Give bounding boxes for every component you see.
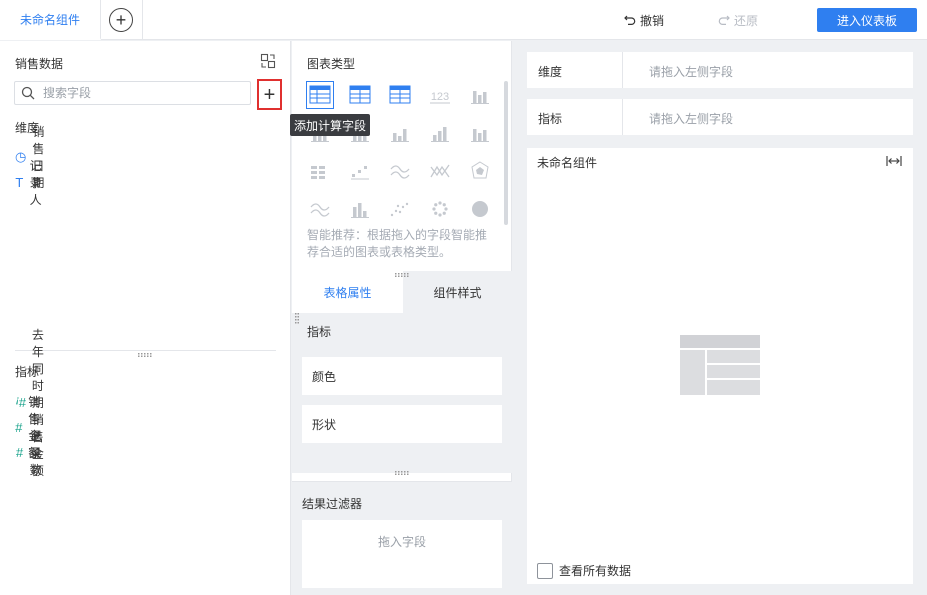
resize-grip-icon[interactable] [138,353,152,357]
redo-label: 还原 [734,13,759,28]
redo-button[interactable]: 还原 [718,12,758,28]
svg-text:123: 123 [431,91,449,103]
chart-type-option[interactable] [346,81,374,109]
calc-number-icon: ꜟ# [15,394,26,410]
cross-line-icon [430,164,450,178]
metric-drop-hint: 请拖入左侧字段 [649,112,734,126]
chart-type-option[interactable] [306,157,334,185]
table-properties-area: 指标 颜色 形状 [292,313,512,475]
metric-field-item[interactable]: # 记录数 [15,429,49,477]
count-number-icon: # [15,444,23,460]
scatter-icon [390,202,409,217]
tab-table-properties[interactable]: 表格属性 [292,271,403,313]
chart-type-option[interactable] [306,195,334,223]
add-calculated-field-button[interactable]: + [257,79,282,110]
dimension-field-item[interactable]: T 记录人 [15,159,49,207]
widget-title: 未命名组件 [537,156,598,170]
shape-property[interactable]: 形状 [302,405,502,443]
color-property[interactable]: 颜色 [302,357,502,395]
section-divider [15,350,276,351]
metric-drop-label: 指标 [538,112,563,126]
undo-icon [624,15,636,25]
smart-recommend-hint: 智能推荐：根据拖入的字段智能推荐合适的图表或表格类型。 [307,228,488,259]
field-panel: 销售数据 + 维度 ◷销售日期T记录人 指标 ꜟ#去年同时期销售金额#销售金额#… [0,41,291,595]
dataset-title: 销售数据 [15,57,64,71]
chart-type-option[interactable] [466,119,494,147]
pie-chart-icon [472,201,488,217]
number-icon: # [15,419,23,435]
result-filter-title: 结果过滤器 [302,497,363,511]
chart-type-option[interactable] [426,195,454,223]
histogram-icon [351,203,369,218]
dimension-drop-label: 维度 [538,65,563,79]
radar-icon [471,161,489,179]
chart-type-scrollbar[interactable] [504,81,508,225]
view-all-data-checkbox[interactable] [537,562,553,579]
result-filter-area: 结果过滤器 拖入字段 [292,481,512,595]
add-calculated-field-tooltip: 添加计算字段 [290,114,371,136]
detail-table-icon [349,85,371,104]
text-type-icon: T [15,174,24,190]
switch-dataset-icon[interactable] [260,53,276,69]
add-tab-button[interactable]: + [109,8,133,32]
metric-property-title: 指标 [307,325,332,339]
column-chart-icon [471,129,489,142]
dimension-drop-hint: 请拖入左侧字段 [649,65,734,79]
chart-type-option[interactable] [466,195,494,223]
step-scatter-icon [351,166,369,180]
bubble-icon [432,201,448,217]
chart-type-option[interactable] [466,81,494,109]
search-icon [21,86,35,100]
search-input[interactable] [43,84,243,102]
undo-button[interactable]: 撤销 [624,12,664,28]
field-search-box[interactable] [14,81,251,105]
grouped-bar-icon [431,127,449,142]
row-divider [622,52,623,88]
tab-widget-style[interactable]: 组件样式 [403,271,512,313]
chart-type-option[interactable] [386,81,414,109]
row-divider [622,99,623,135]
form-table-icon [471,91,489,104]
wave-line-icon [390,165,410,179]
empty-table-placeholder-icon [680,335,760,395]
chart-type-option[interactable] [466,157,494,185]
chart-type-option[interactable] [426,157,454,185]
resize-grip-icon[interactable] [395,273,409,277]
tab-unnamed-widget[interactable]: 未命名组件 [0,0,101,40]
redo-icon [718,15,730,25]
chart-type-title: 图表类型 [307,57,356,71]
chart-type-option[interactable] [386,157,414,185]
resize-grip-icon[interactable] [395,471,409,475]
chart-type-option[interactable] [306,81,334,109]
tab-divider [142,0,143,40]
dimension-drop-row[interactable]: 维度 请拖入左侧字段 [527,52,913,88]
dimension-field-label: 记录人 [29,158,42,207]
grouped-table-icon [309,85,331,104]
kpi-number-icon: 123 [430,91,450,104]
chart-type-option[interactable] [386,119,414,147]
stacked-bar-icon [391,129,409,142]
undo-label: 撤销 [640,13,665,28]
widget-preview-canvas: 未命名组件 查看所有数据 [527,148,913,584]
metric-drop-row[interactable]: 指标 请拖入左侧字段 [527,99,913,135]
metric-field-label: 记录数 [29,428,42,477]
chart-type-option[interactable] [426,119,454,147]
enter-dashboard-button[interactable]: 进入仪表板 [817,8,917,32]
side-resize-grip-icon[interactable] [295,313,299,325]
chart-type-option[interactable] [346,195,374,223]
fit-width-icon[interactable] [886,154,902,168]
chart-type-option[interactable] [346,157,374,185]
cross-table-icon [389,85,411,104]
area-chart-icon [310,203,330,217]
chart-type-option[interactable]: 123 [426,81,454,109]
chart-type-grid: 123 [306,81,496,226]
view-all-data-label: 查看所有数据 [559,564,632,578]
property-tabs: 表格属性 组件样式 [292,271,512,313]
top-toolbar: 未命名组件 + 撤销 还原 进入仪表板 [0,0,927,40]
filter-drop-zone[interactable]: 拖入字段 [302,520,502,588]
chart-type-option[interactable] [386,195,414,223]
matrix-icon [311,166,325,179]
clock-icon: ◷ [15,149,27,164]
view-all-data-toggle[interactable]: 查看所有数据 [537,562,631,579]
